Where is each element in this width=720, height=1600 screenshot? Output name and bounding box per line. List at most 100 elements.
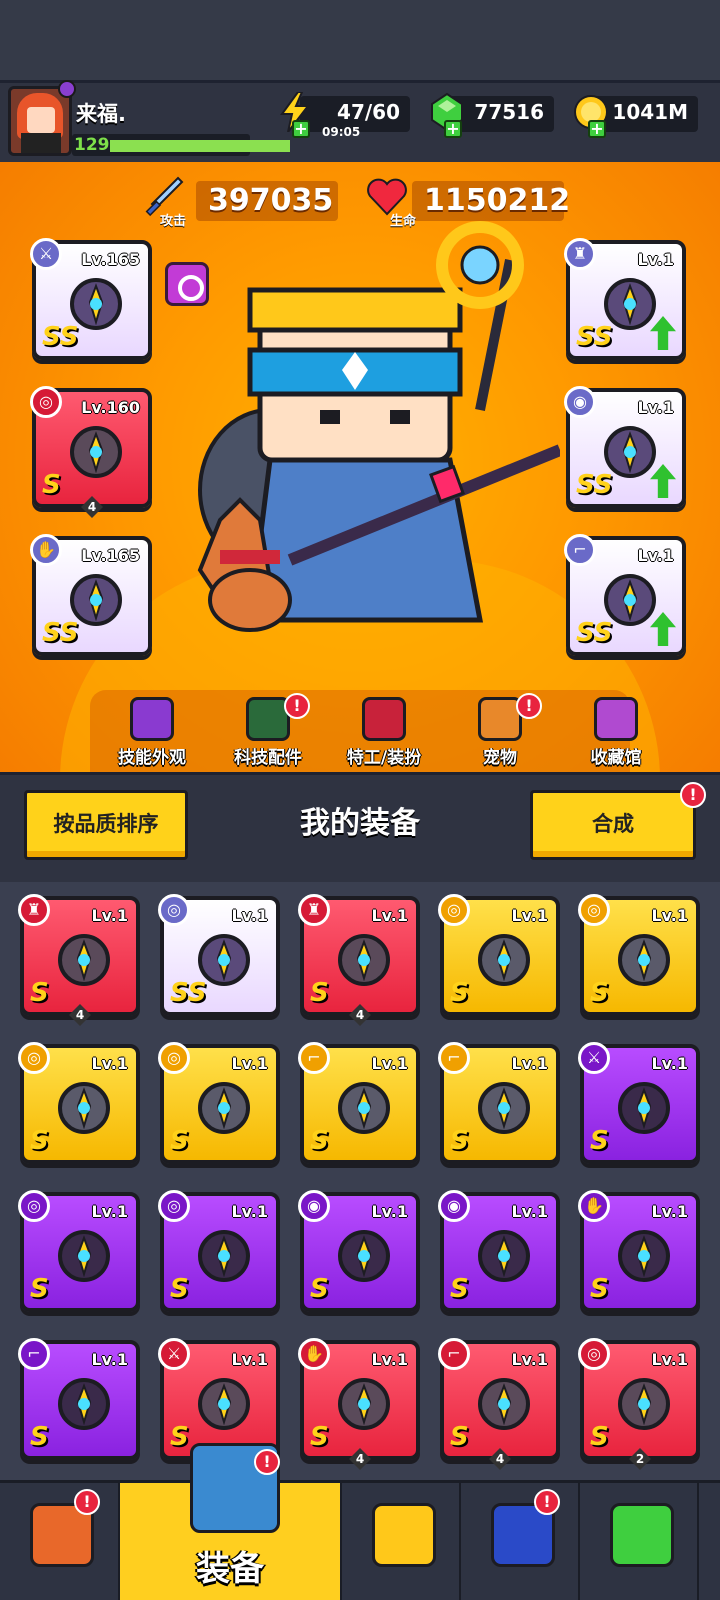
equipped-slot-right-1[interactable]: ♜ Lv.1 SS: [564, 238, 686, 360]
inventory-item[interactable]: ✋ Lv.1 S 4: [298, 1338, 420, 1470]
item-level: Lv.1: [511, 1202, 548, 1221]
coin-plus-icon[interactable]: +: [588, 120, 606, 138]
energy-plus-icon[interactable]: +: [292, 120, 310, 138]
alert-badge: !: [534, 1489, 560, 1515]
necklace-icon: ◎: [158, 1042, 190, 1074]
star-ring-icon: [198, 1082, 250, 1134]
item-grade: S: [30, 1422, 49, 1452]
item-grade: SS: [170, 978, 207, 1008]
coin-value: 1041M: [612, 100, 688, 124]
item-grade: S: [590, 978, 609, 1008]
necklace-icon: ◎: [18, 1042, 50, 1074]
item-grade: S: [30, 1274, 49, 1304]
equipped-slot-left-3[interactable]: ✋ Lv.165 SS: [30, 534, 152, 656]
menu-item-label: 科技配件: [234, 748, 302, 768]
tech-boot-icon: [478, 1378, 530, 1430]
mech-armor-icon: [338, 934, 390, 986]
menu-item-5[interactable]: 收藏馆: [566, 697, 666, 768]
alert-badge: !: [254, 1449, 280, 1475]
spiked-necklace-icon: [58, 1230, 110, 1282]
inventory-item[interactable]: ◎ Lv.1 S: [578, 894, 700, 1016]
alert-badge: !: [516, 693, 542, 719]
item-level: Lv.1: [511, 1350, 548, 1369]
inventory-item[interactable]: ⌐ Lv.1 S: [438, 1042, 560, 1164]
star-ring-icon: [618, 934, 670, 986]
menu-item-label: 技能外观: [118, 748, 186, 768]
star-ring-icon: [478, 934, 530, 986]
sort-by-quality-button[interactable]: 按品质排序: [24, 790, 188, 860]
battle-star-icon: [372, 1503, 436, 1567]
belt-icon: ◉: [438, 1190, 470, 1222]
item-grade: S: [590, 1422, 609, 1452]
inventory-item[interactable]: ⚔ Lv.1 S: [578, 1042, 700, 1164]
inventory-item[interactable]: ♜ Lv.1 S 4: [298, 894, 420, 1026]
item-grade: S: [30, 1126, 49, 1156]
menu-item-2[interactable]: 科技配件!: [218, 693, 318, 768]
menu-item-1[interactable]: 技能外观: [102, 697, 202, 768]
item-level: Lv.1: [91, 1202, 128, 1221]
nav-tab-2[interactable]: 装备!: [120, 1443, 342, 1600]
weapon-icon: ⚔: [30, 238, 62, 270]
gem-plus-icon[interactable]: +: [444, 120, 462, 138]
boot-icon: ⌐: [18, 1338, 50, 1370]
necklace-icon: ◎: [438, 894, 470, 926]
inventory-item[interactable]: ◉ Lv.1 S: [298, 1190, 420, 1312]
item-grade: S: [170, 1274, 189, 1304]
nav-tab-3[interactable]: [342, 1483, 461, 1600]
weapon-icon: ⚔: [578, 1042, 610, 1074]
inventory-item[interactable]: ✋ Lv.1 S: [578, 1190, 700, 1312]
item-level: Lv.1: [371, 906, 408, 925]
inventory-item[interactable]: ◎ Lv.1 S: [18, 1042, 140, 1164]
item-grade: S: [590, 1274, 609, 1304]
necklace-icon: ◎: [158, 894, 190, 926]
menu-item-3[interactable]: 特工/装扮: [334, 697, 434, 768]
glove-icon: ✋: [298, 1338, 330, 1370]
inventory-item[interactable]: ⌐ Lv.1 S: [18, 1338, 140, 1460]
gem-value: 77516: [474, 100, 544, 124]
item-level: Lv.1: [231, 906, 268, 925]
menu-item-4[interactable]: 宠物!: [450, 693, 550, 768]
glove-icon: ✋: [578, 1190, 610, 1222]
item-level: Lv.1: [231, 1202, 268, 1221]
dna-capsule-icon: [610, 1503, 674, 1567]
inventory-item[interactable]: ◎ Lv.1 SS: [158, 894, 280, 1016]
nav-tab-5[interactable]: [580, 1483, 699, 1600]
spiked-necklace-icon: [198, 1230, 250, 1282]
item-level: Lv.1: [371, 1350, 408, 1369]
item-level: Lv.1: [651, 1202, 688, 1221]
star-ring-icon: [58, 1082, 110, 1134]
inventory-item[interactable]: ◎ Lv.1 S: [438, 894, 560, 1016]
inventory-item[interactable]: ◎ Lv.1 S: [158, 1190, 280, 1312]
equipped-slot-left-1[interactable]: ⚔ Lv.165 SS: [30, 238, 152, 360]
inventory-item[interactable]: ◎ Lv.1 S 2: [578, 1338, 700, 1470]
shoulder-armor-icon: [58, 934, 110, 986]
inventory-item[interactable]: ◎ Lv.1 S: [18, 1190, 140, 1312]
boot-icon: ⌐: [438, 1042, 470, 1074]
player-name: 来福.: [76, 102, 126, 126]
item-level: Lv.1: [91, 906, 128, 925]
equipped-slot-left-2[interactable]: ◎ Lv.160 S 4: [30, 386, 152, 518]
player-level: 129: [74, 135, 110, 155]
item-level: Lv.160: [81, 398, 140, 417]
level-progress-fill: [110, 140, 290, 152]
nav-tab-4[interactable]: !: [461, 1483, 580, 1600]
dark-boot-icon: [338, 1082, 390, 1134]
item-grade: S: [42, 470, 61, 500]
agent-icon: [362, 697, 406, 741]
gem-belt-icon: [338, 1230, 390, 1282]
dark-boot-icon: [478, 1082, 530, 1134]
necklace-icon: ◎: [158, 1190, 190, 1222]
inventory-item[interactable]: ◉ Lv.1 S: [438, 1190, 560, 1312]
inventory-item[interactable]: ⌐ Lv.1 S: [298, 1042, 420, 1164]
inventory-item[interactable]: ⚔ Lv.1 S: [158, 1338, 280, 1460]
item-level: Lv.1: [637, 250, 674, 269]
boot-icon: ⌐: [298, 1042, 330, 1074]
nav-tab-1[interactable]: !: [0, 1483, 120, 1600]
inventory-item[interactable]: ⌐ Lv.1 S 4: [438, 1338, 560, 1470]
equipped-slot-right-3[interactable]: ⌐ Lv.1 SS: [564, 534, 686, 656]
equipped-slot-right-2[interactable]: ◉ Lv.1 SS: [564, 386, 686, 508]
merge-button[interactable]: 合成: [530, 790, 696, 860]
item-level: Lv.1: [511, 1054, 548, 1073]
inventory-item[interactable]: ♜ Lv.1 S 4: [18, 894, 140, 1026]
inventory-item[interactable]: ◎ Lv.1 S: [158, 1042, 280, 1164]
